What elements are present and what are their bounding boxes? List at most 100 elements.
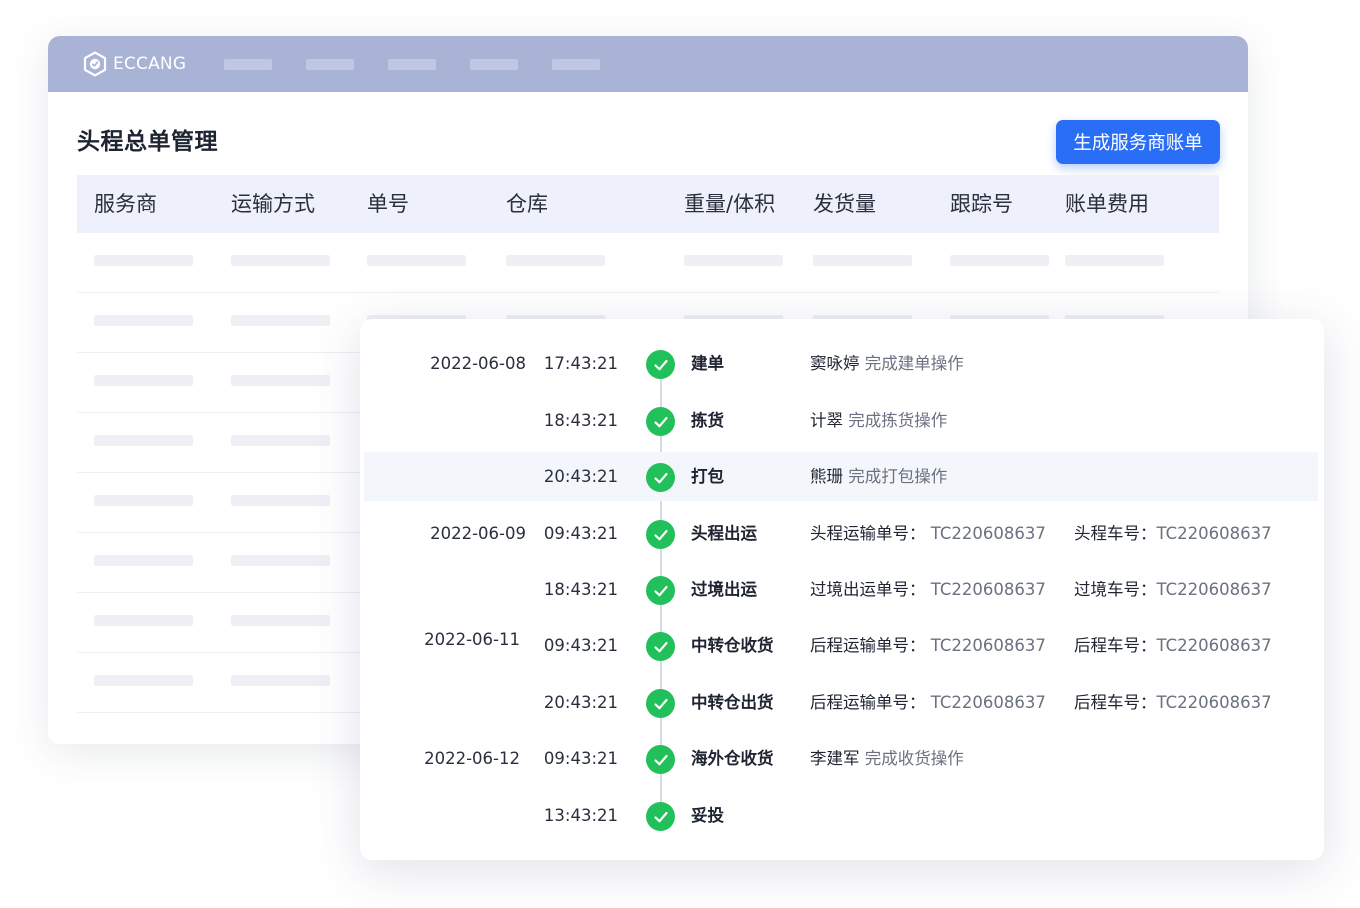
timeline-detail-secondary: 后程车号：TC220608637 (1074, 678, 1272, 727)
table-row[interactable] (77, 233, 1219, 293)
detail-value: TC220608637 (1156, 524, 1272, 543)
detail-key: 头程运输单号： (810, 524, 926, 543)
detail-value: 完成收货操作 (864, 749, 964, 768)
detail-key: 后程车号： (1074, 693, 1157, 712)
table-cell (684, 255, 783, 266)
timeline-row: 20:43:21 中转仓出货 后程运输单号： TC220608637 后程车号：… (360, 678, 1324, 727)
nav-item[interactable] (224, 58, 273, 70)
table-header: 服务商 运输方式 单号 仓库 重量/体积 发货量 跟踪号 账单费用 (77, 175, 1219, 233)
check-circle-icon (646, 520, 675, 549)
timeline-row: 13:43:21 妥投 (360, 791, 1324, 840)
timeline-stage: 中转仓出货 (691, 693, 774, 712)
timeline-detail: 窦咏婷 完成建单操作 (810, 339, 964, 388)
timeline-detail: 李建军 完成收货操作 (810, 734, 964, 783)
table-cell (94, 435, 193, 446)
timeline-stage: 妥投 (691, 806, 724, 825)
check-circle-icon (646, 350, 675, 379)
timeline-row: 2022-06-08 17:43:21 建单 窦咏婷 完成建单操作 (360, 339, 1324, 388)
check-circle-icon (646, 463, 675, 492)
detail-key: 头程车号： (1074, 524, 1157, 543)
detail-value: TC220608637 (1156, 580, 1272, 599)
eccang-logo-icon (83, 51, 107, 77)
brand-name: ECCANG (113, 54, 187, 74)
detail-key: 熊珊 (810, 467, 849, 486)
timeline-time: 20:43:21 (543, 693, 618, 712)
table-cell (231, 495, 330, 506)
detail-key: 后程运输单号： (810, 636, 926, 655)
table-cell (94, 555, 193, 566)
table-cell (231, 435, 330, 446)
timeline-date: 2022-06-08 (430, 354, 526, 373)
column-header[interactable]: 仓库 (506, 175, 548, 233)
column-header[interactable]: 重量/体积 (684, 175, 775, 233)
column-header[interactable]: 运输方式 (231, 175, 315, 233)
detail-value: TC220608637 (1156, 636, 1272, 655)
table-cell (231, 255, 330, 266)
detail-value: 完成打包操作 (848, 467, 948, 486)
timeline-detail: 熊珊 完成打包操作 (810, 452, 947, 501)
timeline-stage: 海外仓收货 (691, 749, 774, 768)
detail-value: 完成建单操作 (864, 354, 964, 373)
check-circle-icon (646, 689, 675, 718)
column-header[interactable]: 账单费用 (1065, 175, 1149, 233)
timeline-row: 20:43:21 打包 熊珊 完成打包操作 (360, 452, 1324, 501)
shipment-timeline-card: 2022-06-08 17:43:21 建单 窦咏婷 完成建单操作 18:43:2… (360, 319, 1324, 860)
column-header[interactable]: 服务商 (94, 175, 157, 233)
table-cell (94, 615, 193, 626)
table-cell (813, 255, 912, 266)
table-cell (231, 555, 330, 566)
table-cell (94, 375, 193, 386)
timeline-time: 09:43:21 (543, 524, 618, 543)
table-cell (506, 255, 605, 266)
timeline-detail-secondary: 后程车号：TC220608637 (1074, 621, 1272, 670)
timeline-row: 18:43:21 拣货 计翠 完成拣货操作 (360, 396, 1324, 445)
detail-key: 李建军 (810, 749, 865, 768)
top-navbar: ECCANG (48, 36, 1248, 92)
check-circle-icon (646, 745, 675, 774)
timeline-stage: 头程出运 (691, 524, 757, 543)
generate-bill-button[interactable]: 生成服务商账单 (1056, 120, 1220, 164)
timeline-detail-secondary: 过境车号：TC220608637 (1074, 565, 1272, 614)
timeline-stage: 过境出运 (691, 580, 757, 599)
timeline-detail: 头程运输单号： TC220608637 (810, 509, 1046, 558)
check-circle-icon (646, 632, 675, 661)
detail-value: 完成拣货操作 (848, 411, 948, 430)
timeline-stage: 中转仓收货 (691, 636, 774, 655)
timeline-time: 09:43:21 (543, 636, 618, 655)
column-header[interactable]: 单号 (367, 175, 409, 233)
detail-key: 计翠 (810, 411, 849, 430)
timeline-date: 2022-06-09 (430, 524, 526, 543)
timeline-time: 09:43:21 (543, 749, 618, 768)
table-cell (231, 375, 330, 386)
timeline-time: 18:43:21 (543, 411, 618, 430)
table-cell (94, 675, 193, 686)
timeline-row: 2022-06-12 09:43:21 海外仓收货 李建军 完成收货操作 (360, 734, 1324, 783)
check-circle-icon (646, 576, 675, 605)
nav-item[interactable] (388, 58, 437, 70)
nav-item[interactable] (552, 58, 601, 70)
table-cell (231, 315, 330, 326)
timeline-stage: 建单 (691, 354, 724, 373)
detail-value: TC220608637 (930, 636, 1046, 655)
nav-item[interactable] (470, 58, 519, 70)
table-cell (94, 315, 193, 326)
detail-key: 过境车号： (1074, 580, 1157, 599)
table-cell (367, 255, 466, 266)
timeline-time: 20:43:21 (543, 467, 618, 486)
timeline-detail: 计翠 完成拣货操作 (810, 396, 947, 445)
timeline-row: 2022-06-11 09:43:21 中转仓收货 后程运输单号： TC22060… (360, 621, 1324, 670)
column-header[interactable]: 跟踪号 (950, 175, 1013, 233)
table-cell (950, 255, 1049, 266)
timeline-detail: 后程运输单号： TC220608637 (810, 621, 1046, 670)
timeline-detail: 后程运输单号： TC220608637 (810, 678, 1046, 727)
column-header[interactable]: 发货量 (813, 175, 876, 233)
nav-item[interactable] (306, 58, 355, 70)
detail-key: 后程车号： (1074, 636, 1157, 655)
table-cell (231, 615, 330, 626)
timeline-stage: 打包 (691, 467, 724, 486)
brand-logo[interactable]: ECCANG (82, 51, 186, 77)
detail-key: 过境出运单号： (810, 580, 926, 599)
detail-value: TC220608637 (930, 693, 1046, 712)
timeline-date: 2022-06-11 (424, 630, 520, 649)
timeline-date: 2022-06-12 (424, 749, 520, 768)
